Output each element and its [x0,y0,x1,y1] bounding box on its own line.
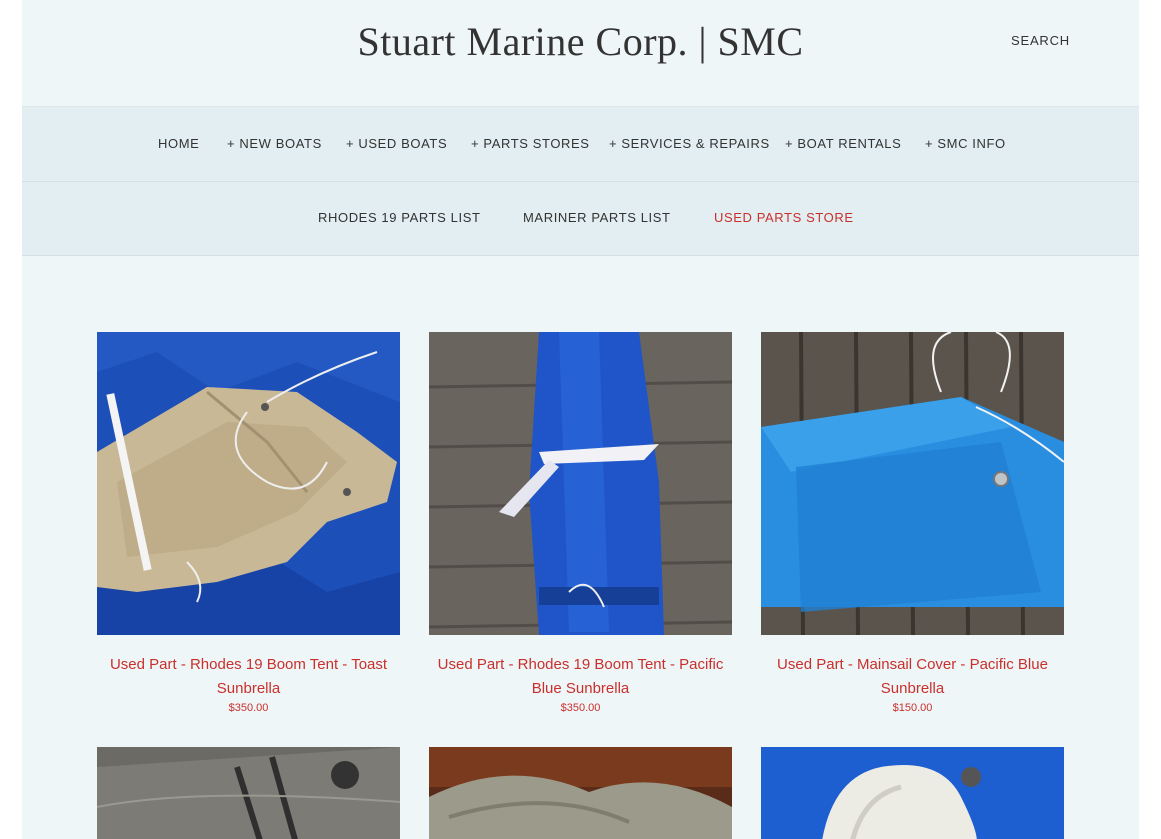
product-image[interactable] [429,747,732,839]
product-image[interactable] [761,332,1064,635]
nav-services-repairs[interactable]: + SERVICES & REPAIRS [609,136,770,151]
site-title[interactable]: Stuart Marine Corp. | SMC [22,18,1139,65]
sub-navigation: RHODES 19 PARTS LIST MARINER PARTS LIST … [22,182,1139,256]
subnav-rhodes-19-parts-list[interactable]: RHODES 19 PARTS LIST [318,210,481,225]
product-card[interactable] [429,747,732,839]
nav-boat-rentals[interactable]: + BOAT RENTALS [785,136,901,151]
product-image[interactable] [429,332,732,635]
product-card[interactable]: Used Part - Rhodes 19 Boom Tent - Toast … [97,332,400,714]
product-card[interactable] [761,747,1064,839]
nav-smc-info[interactable]: + SMC INFO [925,136,1006,151]
subnav-used-parts-store[interactable]: USED PARTS STORE [714,210,854,225]
product-image[interactable] [97,332,400,635]
product-price: $350.00 [560,702,601,714]
product-card[interactable]: Used Part - Rhodes 19 Boom Tent - Pacifi… [429,332,732,714]
search-link[interactable]: SEARCH [1011,33,1070,48]
nav-parts-stores[interactable]: + PARTS STORES [471,136,590,151]
nav-new-boats[interactable]: + NEW BOATS [227,136,322,151]
nav-home[interactable]: HOME [158,136,199,151]
product-card[interactable] [97,747,400,839]
subnav-mariner-parts-list[interactable]: MARINER PARTS LIST [523,210,671,225]
page-container: Stuart Marine Corp. | SMC SEARCH HOME + … [22,0,1139,839]
product-card[interactable]: Used Part - Mainsail Cover - Pacific Blu… [761,332,1064,714]
product-image[interactable] [97,747,400,839]
product-price: $350.00 [228,702,269,714]
main-navigation: HOME + NEW BOATS + USED BOATS + PARTS ST… [22,107,1139,182]
product-image[interactable] [761,747,1064,839]
nav-used-boats[interactable]: + USED BOATS [346,136,447,151]
product-title[interactable]: Used Part - Rhodes 19 Boom Tent - Pacifi… [429,653,732,701]
product-title[interactable]: Used Part - Mainsail Cover - Pacific Blu… [761,653,1064,701]
site-header: Stuart Marine Corp. | SMC SEARCH [22,0,1139,107]
product-price: $150.00 [892,702,933,714]
product-title[interactable]: Used Part - Rhodes 19 Boom Tent - Toast … [97,653,400,701]
